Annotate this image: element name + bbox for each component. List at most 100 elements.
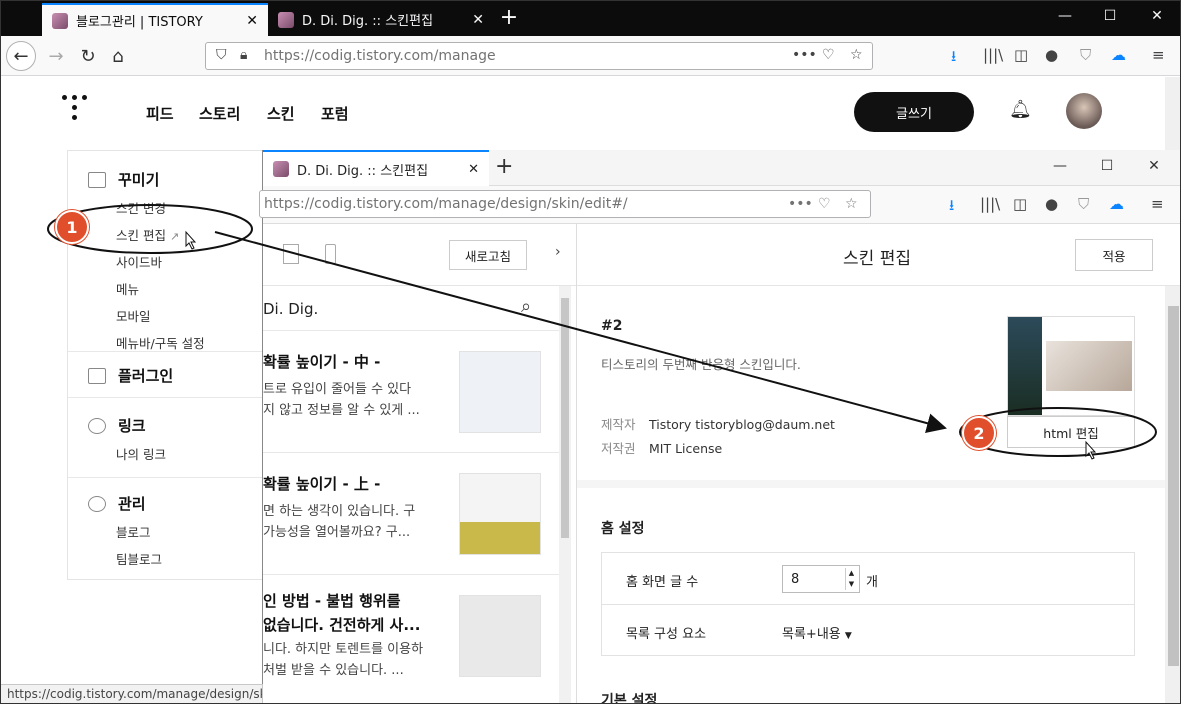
sidebar-item-mobile[interactable]: 모바일 bbox=[116, 306, 205, 325]
shield-ext-icon[interactable]: ⛉ bbox=[1080, 46, 1091, 64]
sidebar-icon[interactable]: ◫ bbox=[1014, 46, 1028, 64]
menu-icon[interactable]: ≡ bbox=[1152, 46, 1165, 64]
tablet-icon[interactable] bbox=[283, 244, 299, 264]
preview-scrollbar[interactable] bbox=[559, 286, 571, 704]
maximize-icon[interactable]: ☐ bbox=[1092, 158, 1122, 174]
cloud-icon[interactable]: ☁ bbox=[1109, 195, 1124, 213]
list-item[interactable]: 확률 높이기 - 上 - 면 하는 생각이 있습니다. 구 가능성을 열어볼까요?… bbox=[263, 452, 559, 574]
library-icon[interactable]: |||\ bbox=[983, 46, 1003, 64]
refresh-button[interactable]: 새로고침 bbox=[449, 240, 527, 270]
menu-icon[interactable]: ≡ bbox=[1151, 195, 1164, 213]
sidebar-group-design: 꾸미기 스킨 변경 스킨 편집 ↗ 사이드바 메뉴 모바일 메뉴바/구독 설정 bbox=[88, 169, 205, 352]
post-title: 확률 높이기 - 中 - bbox=[263, 353, 381, 371]
write-button[interactable]: 글쓰기 bbox=[854, 92, 974, 132]
nav-story[interactable]: 스토리 bbox=[199, 103, 240, 124]
scroll-thumb[interactable] bbox=[561, 298, 569, 538]
sidebar-item-skin-change[interactable]: 스킨 변경 bbox=[116, 198, 205, 217]
skin-license: 저작권 MIT License bbox=[601, 438, 722, 457]
layout-icon bbox=[88, 171, 106, 188]
minimize-icon[interactable]: — bbox=[1045, 158, 1075, 174]
library-icon[interactable]: |||\ bbox=[980, 195, 1000, 213]
more-icon[interactable]: ••• bbox=[788, 196, 813, 212]
sidebar-item-menu[interactable]: 메뉴 bbox=[116, 279, 205, 298]
link-icon bbox=[88, 417, 106, 434]
close-window-icon[interactable]: ✕ bbox=[1142, 8, 1172, 24]
mobile-icon[interactable] bbox=[325, 244, 336, 264]
shield-ext-icon[interactable]: ⛉ bbox=[1078, 195, 1089, 213]
basic-settings-title: 기본 설정 bbox=[601, 693, 658, 704]
url-bar[interactable]: ⛉ 🔒︎ https://codig.tistory.com/manage ••… bbox=[205, 42, 873, 70]
plug-icon bbox=[88, 367, 106, 384]
back-icon[interactable]: ← bbox=[6, 41, 36, 71]
close-tab-icon[interactable]: ✕ bbox=[468, 162, 479, 177]
pocket-icon[interactable]: ♡ bbox=[822, 47, 835, 63]
edit-header: 스킨 편집 적용 bbox=[577, 224, 1181, 286]
html-edit-button[interactable]: html 편집 bbox=[1007, 416, 1135, 448]
home-settings-box: 홈 화면 글 수 8 ▲ ▼ 개 목록 구성 요소 목록+내용 ▼ bbox=[601, 552, 1135, 656]
home-settings-title: 홈 설정 bbox=[601, 521, 645, 537]
list-item[interactable]: 인 방법 - 불법 행위를 없습니다. 건전하게 사... 니다. 하지만 토렌트… bbox=[263, 574, 559, 704]
maximize-icon[interactable]: ☐ bbox=[1095, 8, 1125, 24]
post-thumbnail bbox=[459, 473, 541, 555]
close-window-icon[interactable]: ✕ bbox=[1139, 158, 1169, 174]
post-count-stepper[interactable]: 8 ▲ ▼ bbox=[782, 565, 860, 593]
home-icon[interactable]: ⌂ bbox=[104, 42, 132, 70]
sidebar-item-team-blog[interactable]: 팀블로그 bbox=[116, 549, 162, 568]
sidebar-item-blog[interactable]: 블로그 bbox=[116, 522, 162, 541]
search-icon[interactable]: ⌕ bbox=[521, 296, 531, 317]
new-tab-icon[interactable]: + bbox=[496, 5, 522, 30]
sidebar-item-my-link[interactable]: 나의 링크 bbox=[116, 444, 166, 463]
scroll-thumb[interactable] bbox=[1168, 306, 1179, 666]
sidebar-item-sidebar[interactable]: 사이드바 bbox=[116, 252, 205, 271]
nav-skin[interactable]: 스킨 bbox=[267, 103, 295, 124]
bookmark-star-icon[interactable]: ☆ bbox=[850, 47, 863, 63]
nav-forum[interactable]: 포럼 bbox=[321, 103, 349, 124]
bookmark-star-icon[interactable]: ☆ bbox=[845, 196, 858, 212]
sidebar-item-skin-edit[interactable]: 스킨 편집 ↗ bbox=[116, 225, 205, 244]
download-icon[interactable]: ⭳ bbox=[951, 46, 956, 71]
tistory-logo[interactable] bbox=[62, 95, 88, 125]
url-text: https://codig.tistory.com/manage/design/… bbox=[264, 196, 628, 212]
sidebar-icon[interactable]: ◫ bbox=[1013, 195, 1027, 213]
close-tab-icon[interactable]: ✕ bbox=[246, 13, 258, 29]
nav-feed[interactable]: 피드 bbox=[146, 103, 174, 124]
tab-skin-edit[interactable]: D. Di. Dig. :: 스킨편집 ✕ bbox=[268, 3, 494, 36]
post-thumbnail bbox=[459, 595, 541, 677]
chevron-right-icon[interactable]: › bbox=[555, 244, 561, 260]
pocket-icon[interactable]: ♡ bbox=[818, 196, 831, 212]
tab-title: D. Di. Dig. :: 스킨편집 bbox=[297, 163, 429, 179]
cloud-icon[interactable]: ☁ bbox=[1111, 46, 1126, 64]
close-tab-icon[interactable]: ✕ bbox=[472, 12, 484, 28]
skin-edit-pane: 스킨 편집 적용 #2 티스토리의 두번째 반응형 스킨입니다. 제작자 Tist… bbox=[577, 224, 1181, 704]
tab-blog-manage[interactable]: 블로그관리 | TISTORY ✕ bbox=[42, 3, 268, 36]
post-excerpt: 면 하는 생각이 있습니다. 구 가능성을 열어볼까요? 구... bbox=[263, 501, 415, 543]
list-item[interactable]: 확률 높이기 - 中 - 트로 유입이 줄어들 수 있다 지 않고 정보를 알 수… bbox=[263, 330, 559, 452]
forward-icon[interactable]: → bbox=[42, 42, 70, 70]
sidebar-group-title[interactable]: 플러그인 bbox=[118, 365, 173, 386]
spin-arrows-icon[interactable]: ▲ ▼ bbox=[845, 568, 857, 590]
download-icon[interactable]: ⭳ bbox=[949, 195, 954, 220]
sidebar-group-plugin: 플러그인 bbox=[88, 365, 173, 386]
avatar[interactable] bbox=[1066, 93, 1102, 129]
excerpt-line: 가능성을 열어볼까요? 구... bbox=[263, 525, 411, 540]
url-bar[interactable]: https://codig.tistory.com/manage/design/… bbox=[259, 190, 871, 218]
gear-icon bbox=[88, 495, 106, 512]
external-link-icon: ↗ bbox=[169, 230, 180, 243]
new-tab-icon[interactable]: + bbox=[495, 154, 513, 179]
tab-skin-edit[interactable]: D. Di. Dig. :: 스킨편집 ✕ bbox=[263, 150, 489, 186]
apply-button[interactable]: 적용 bbox=[1075, 239, 1153, 271]
title-line: 인 방법 - 불법 행위를 bbox=[263, 592, 401, 610]
select-value: 목록+내용 bbox=[782, 627, 841, 642]
url-text: https://codig.tistory.com/manage bbox=[264, 48, 496, 64]
bell-icon[interactable]: 🔔︎ bbox=[1009, 99, 1032, 120]
reload-icon[interactable]: ↻ bbox=[74, 42, 102, 70]
excerpt-line: 니다. 하지만 토렌트를 이용하 bbox=[263, 642, 424, 657]
editor-scrollbar[interactable] bbox=[1165, 286, 1181, 704]
nav-toolbar: https://codig.tistory.com/manage/design/… bbox=[259, 186, 1181, 224]
more-icon[interactable]: ••• bbox=[792, 47, 817, 63]
account-icon[interactable]: ● bbox=[1045, 46, 1058, 64]
account-icon[interactable]: ● bbox=[1045, 195, 1058, 213]
minimize-icon[interactable]: — bbox=[1050, 8, 1080, 24]
sidebar-item-menubar[interactable]: 메뉴바/구독 설정 bbox=[116, 333, 205, 352]
list-element-select[interactable]: 목록+내용 ▼ bbox=[782, 623, 852, 642]
